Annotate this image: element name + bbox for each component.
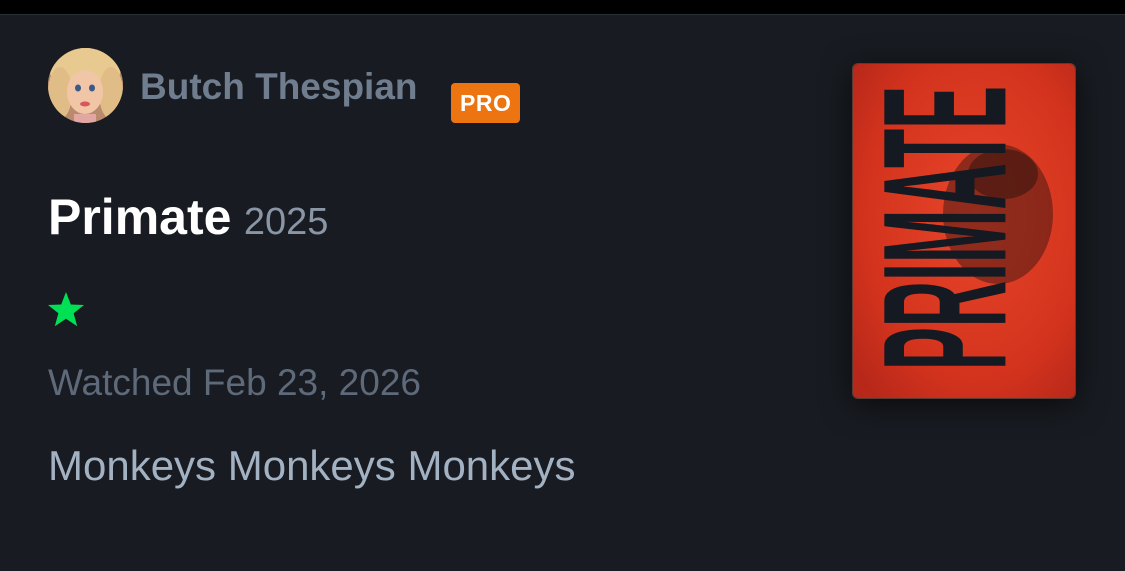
poster-title: PRIMATE	[853, 86, 1043, 370]
rating	[46, 290, 86, 330]
film-poster[interactable]: PRIMATE	[852, 63, 1076, 399]
username-link[interactable]: Butch Thespian	[140, 65, 418, 109]
review-body: Monkeys Monkeys Monkeys	[48, 442, 576, 489]
watched-date: Watched Feb 23, 2026	[48, 362, 421, 403]
film-title[interactable]: Primate	[48, 189, 231, 245]
star-icon	[48, 292, 84, 327]
review-card: Butch Thespian PRO Primate 2025 Watched …	[0, 15, 1125, 571]
avatar[interactable]	[48, 48, 123, 123]
poster-image: PRIMATE	[853, 64, 1075, 398]
film-title-line: Primate 2025	[48, 189, 328, 258]
status-bar	[0, 0, 1125, 14]
film-year[interactable]: 2025	[244, 201, 329, 243]
pro-badge: PRO	[451, 83, 521, 123]
avatar-image	[48, 48, 123, 123]
